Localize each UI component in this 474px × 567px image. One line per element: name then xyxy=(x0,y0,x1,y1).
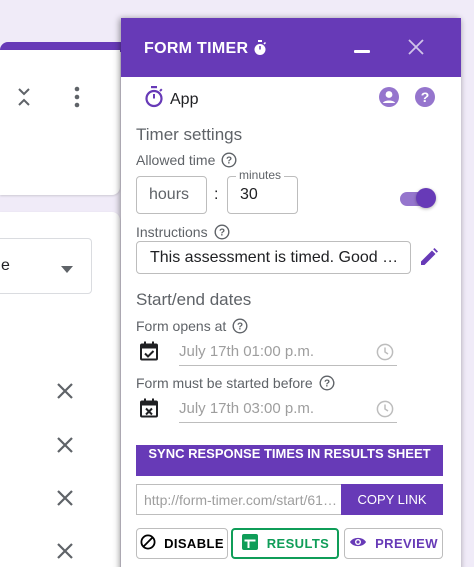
help-outline-icon[interactable]: ? xyxy=(214,224,230,240)
form-timer-panel: FORM TIMER App ? Timer settings Allowed … xyxy=(121,18,461,567)
preview-label: PREVIEW xyxy=(375,536,438,551)
stopwatch-icon xyxy=(252,40,268,61)
svg-text:?: ? xyxy=(226,156,232,167)
svg-text:?: ? xyxy=(421,89,430,105)
close-icon[interactable] xyxy=(56,382,74,400)
instructions-value: This assessment is timed. Good … xyxy=(150,248,399,266)
copy-link-button[interactable]: COPY LINK xyxy=(341,484,443,515)
app-label: App xyxy=(170,90,199,108)
allowed-time-label: Allowed time ? xyxy=(136,152,237,168)
form-opens-value: July 17th 01:00 p.m. xyxy=(179,343,315,360)
calendar-remove-icon xyxy=(139,398,159,423)
results-button[interactable]: RESULTS xyxy=(231,528,339,559)
help-outline-icon[interactable]: ? xyxy=(319,375,335,391)
dropdown-arrow-icon xyxy=(61,261,73,279)
app-row: App xyxy=(144,86,198,113)
close-icon[interactable] xyxy=(56,489,74,507)
time-separator: : xyxy=(214,186,219,203)
more-vert-icon[interactable] xyxy=(72,86,82,108)
form-url-value: http://form-timer.com/start/61… xyxy=(144,491,337,508)
account-circle-icon[interactable] xyxy=(378,86,400,113)
help-outline-icon[interactable]: ? xyxy=(232,318,248,334)
calendar-check-icon xyxy=(139,341,159,366)
dates-heading: Start/end dates xyxy=(136,290,252,309)
instructions-input[interactable]: This assessment is timed. Good … xyxy=(136,241,411,274)
hours-input[interactable]: hours xyxy=(136,176,207,214)
panel-header: FORM TIMER xyxy=(121,18,461,77)
close-icon[interactable] xyxy=(56,542,74,560)
form-title-card xyxy=(0,50,120,195)
minutes-value: 30 xyxy=(240,186,258,203)
clock-icon[interactable] xyxy=(376,400,394,422)
copy-link-label: COPY LINK xyxy=(357,492,427,507)
minimize-button[interactable] xyxy=(354,50,370,53)
form-url-field[interactable]: http://form-timer.com/start/61… xyxy=(136,484,341,515)
timer-icon xyxy=(144,86,164,113)
timer-toggle-thumb[interactable] xyxy=(416,188,436,208)
disable-label: DISABLE xyxy=(164,536,224,551)
close-icon xyxy=(408,39,424,55)
form-opens-label: Form opens at ? xyxy=(136,318,248,334)
question-type-select[interactable]: e xyxy=(0,238,92,294)
close-icon[interactable] xyxy=(56,436,74,454)
instructions-label-text: Instructions xyxy=(136,224,208,240)
disable-button[interactable]: DISABLE xyxy=(136,528,228,559)
help-circle-icon[interactable]: ? xyxy=(414,86,436,113)
question-type-value: e xyxy=(1,257,10,274)
collapse-icon[interactable] xyxy=(16,86,32,108)
sync-response-times-button[interactable]: SYNC RESPONSE TIMES IN RESULTS SHEET xyxy=(136,445,443,476)
block-icon xyxy=(140,534,156,553)
close-panel-button[interactable] xyxy=(407,38,425,61)
svg-text:?: ? xyxy=(237,322,243,333)
sync-button-label: SYNC RESPONSE TIMES IN RESULTS SHEET xyxy=(148,446,431,461)
sheets-icon xyxy=(241,533,259,554)
minutes-label: minutes xyxy=(236,168,285,182)
help-outline-icon[interactable]: ? xyxy=(221,152,237,168)
panel-title: FORM TIMER xyxy=(144,40,249,57)
svg-text:?: ? xyxy=(324,379,330,390)
hours-placeholder: hours xyxy=(149,186,190,203)
must-start-label: Form must be started before ? xyxy=(136,375,335,391)
form-opens-label-text: Form opens at xyxy=(136,318,227,334)
instructions-label: Instructions ? xyxy=(136,224,230,240)
must-start-label-text: Form must be started before xyxy=(136,375,313,391)
form-opens-input[interactable]: July 17th 01:00 p.m. xyxy=(179,338,397,366)
must-start-value: July 17th 03:00 p.m. xyxy=(179,400,315,417)
svg-text:?: ? xyxy=(219,228,225,239)
eye-icon xyxy=(349,535,367,552)
allowed-time-label-text: Allowed time xyxy=(136,152,216,168)
timer-settings-heading: Timer settings xyxy=(136,125,243,144)
preview-button[interactable]: PREVIEW xyxy=(344,528,443,559)
must-start-input[interactable]: July 17th 03:00 p.m. xyxy=(179,395,397,423)
clock-icon[interactable] xyxy=(376,343,394,365)
results-label: RESULTS xyxy=(266,536,330,551)
edit-pencil-icon[interactable] xyxy=(419,247,439,272)
